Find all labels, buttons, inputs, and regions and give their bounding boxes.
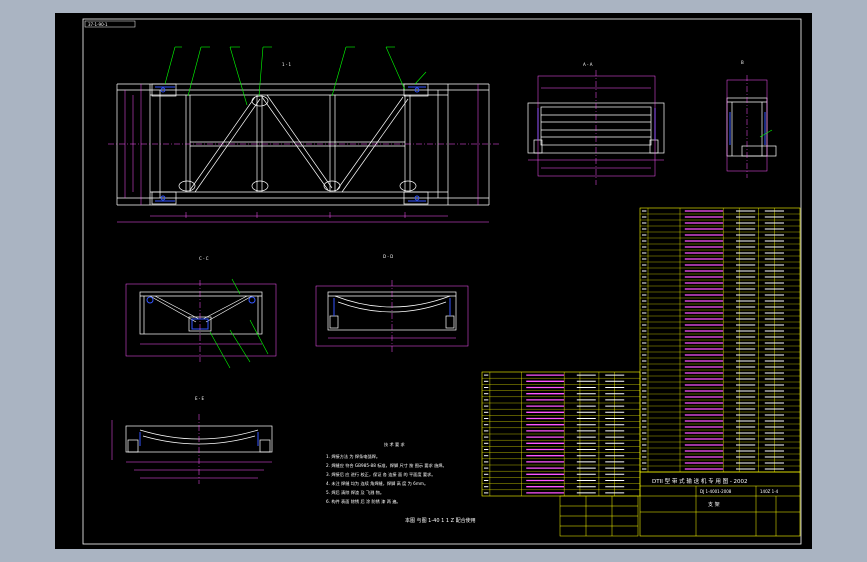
note-5: 5. 焊后 清除 焊渣 及 飞溅 物。 <box>326 489 384 496</box>
drawing-number: DJ 1-4001-2008 <box>700 489 732 494</box>
section-d-label: D - D <box>383 254 393 259</box>
notes-heading: 技 术 要 求 <box>384 441 406 448</box>
section-b-label: B <box>741 60 744 65</box>
bottom-caption: 本图 与图 1-40 1 1 Z 配合使用 <box>405 517 476 524</box>
note-1: 1. 焊接方法 为 焊条电弧焊。 <box>326 453 380 460</box>
main-view-label: 1 - 1 <box>282 62 292 67</box>
note-4: 4. 未注 焊缝 均为 连续 角焊缝，焊脚 高 度 为 6mm。 <box>326 480 428 487</box>
part-number: 140Z 1-4 <box>760 489 779 494</box>
corner-stamp: 37-1-90-1 <box>88 22 108 27</box>
section-e-label: E - E <box>195 396 205 401</box>
note-6: 6. 构件 表面 除锈 后 涂 防锈 漆 两 遍。 <box>326 498 401 505</box>
parts-list-left <box>481 371 641 497</box>
note-3: 3. 焊接后 应 进行 校正，保证 各 连接 面 的 平面度 要求。 <box>326 471 435 478</box>
section-c-label: C - C <box>199 256 209 261</box>
cad-drawing: 37-1-90-1 1 - 1 A - A B C - C D - D E - … <box>55 13 812 549</box>
part-name: 支 架 <box>708 501 720 508</box>
note-2: 2. 焊缝应 符合 GB985-88 标准，焊脚 尺寸 按 图示 要求 施焊。 <box>326 462 447 469</box>
section-a-label: A - A <box>583 62 593 67</box>
title-text: DTII 型 带 式 输 送 机 专 用 图 - 2002 <box>652 477 748 485</box>
